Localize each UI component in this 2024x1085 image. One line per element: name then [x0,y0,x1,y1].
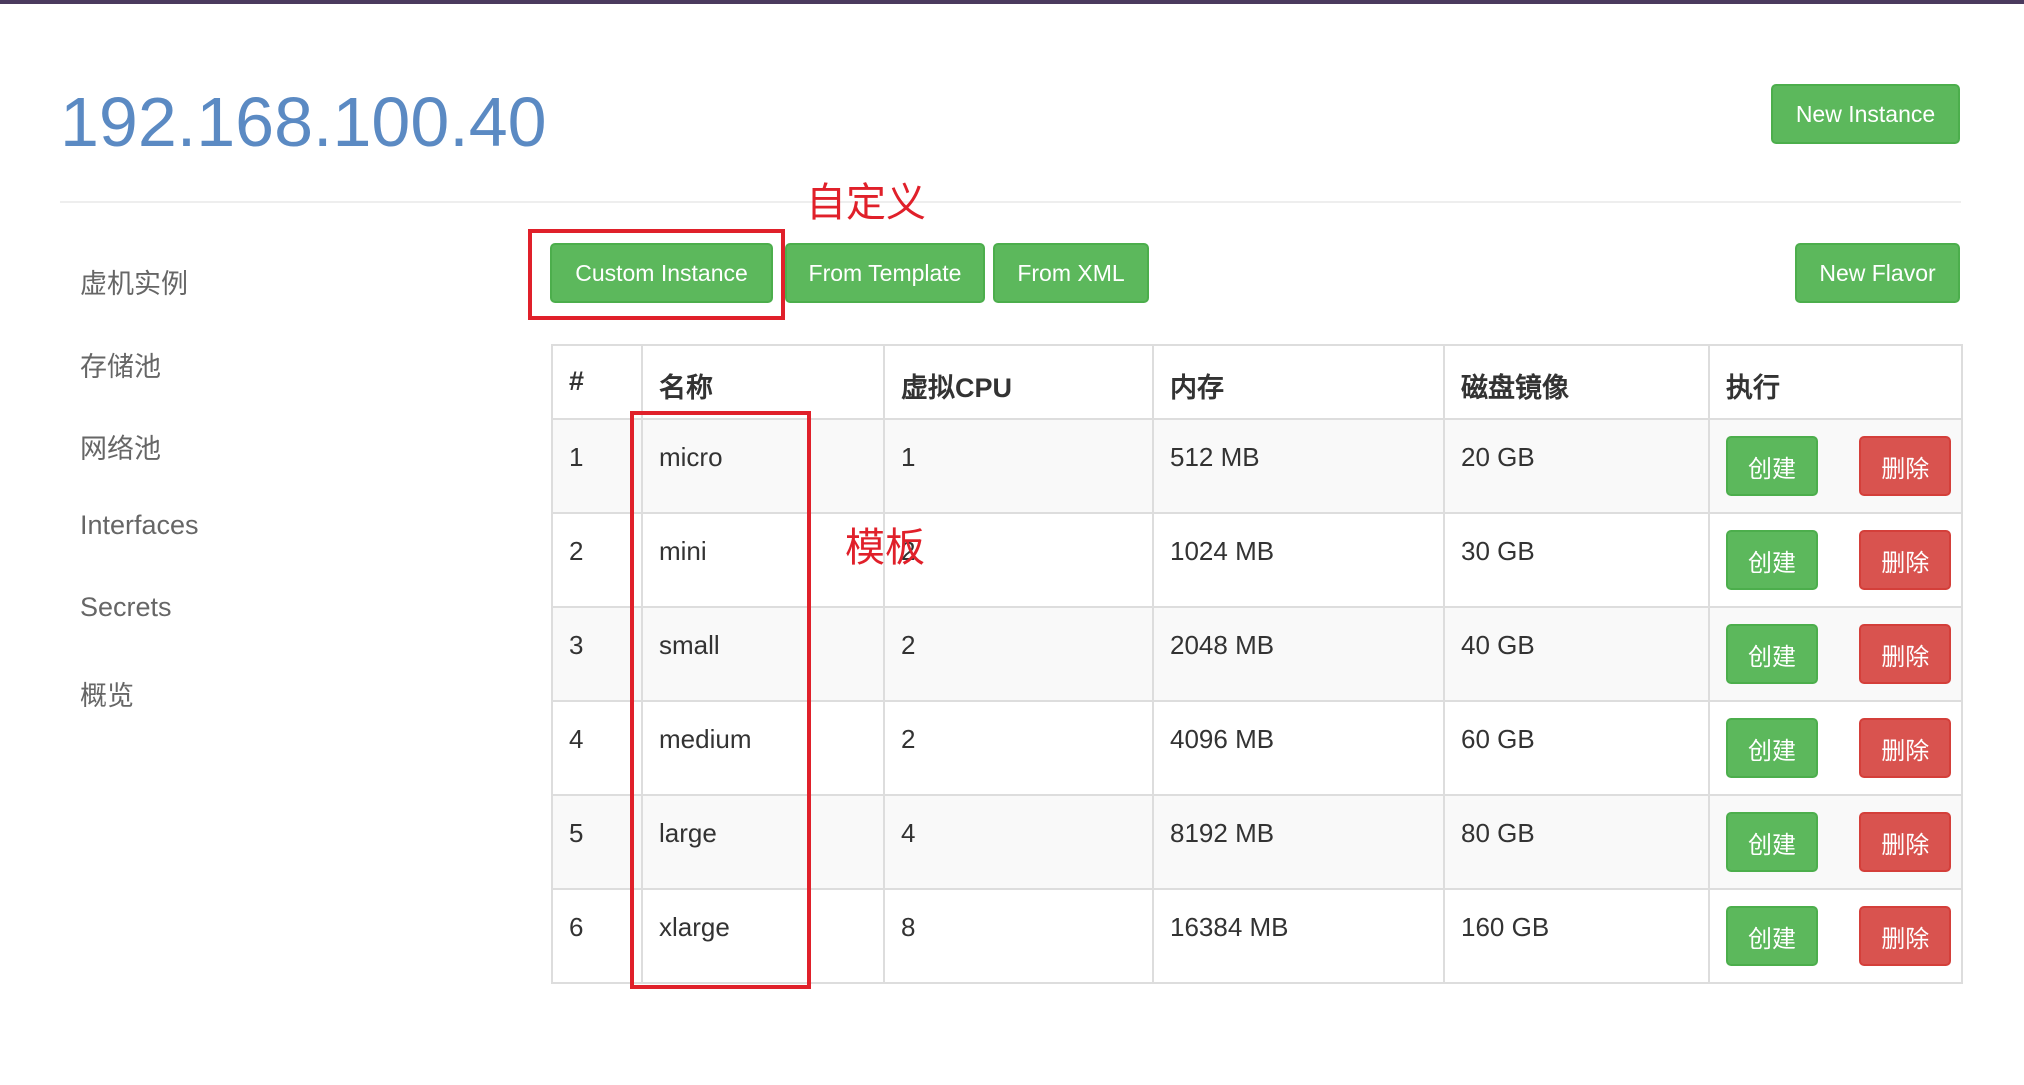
flavor-table: # 名称 虚拟CPU 内存 磁盘镜像 执行 1 micro 1 512 MB 2… [551,344,1963,984]
cell-id: 5 [551,794,643,890]
delete-button[interactable]: 删除 [1859,436,1952,496]
cell-actions: 创建 删除 [1708,418,1963,514]
cell-disk: 80 GB [1443,794,1710,890]
create-button[interactable]: 创建 [1726,530,1818,590]
cell-actions: 创建 删除 [1708,700,1963,796]
cell-actions: 创建 删除 [1708,794,1963,890]
delete-button[interactable]: 删除 [1859,906,1952,966]
cell-memory: 1024 MB [1152,512,1445,608]
cell-id: 4 [551,700,643,796]
top-accent-bar [0,0,2024,4]
sidebar-item-instances[interactable]: 虚机实例 [80,262,188,301]
cell-memory: 512 MB [1152,418,1445,514]
delete-button[interactable]: 删除 [1859,624,1952,684]
table-row: 5 large 4 8192 MB 80 GB 创建 删除 [551,794,1963,890]
cell-actions: 创建 删除 [1708,512,1963,608]
cell-name: small [641,606,885,702]
table-row: 2 mini 2 1024 MB 30 GB 创建 删除 [551,512,1963,608]
table-row: 3 small 2 2048 MB 40 GB 创建 删除 [551,606,1963,702]
column-header-actions: 执行 [1708,344,1963,420]
column-header-name: 名称 [641,344,885,420]
new-flavor-button[interactable]: New Flavor [1795,243,1960,303]
sidebar-item-interfaces[interactable]: Interfaces [80,510,199,541]
table-header-row: # 名称 虚拟CPU 内存 磁盘镜像 执行 [551,344,1963,420]
table-row: 1 micro 1 512 MB 20 GB 创建 删除 [551,418,1963,514]
create-button[interactable]: 创建 [1726,624,1818,684]
header-divider [60,201,1961,203]
annotation-label-template: 模板 [845,525,925,571]
cell-disk: 160 GB [1443,888,1710,984]
custom-instance-button[interactable]: Custom Instance [550,243,773,303]
sidebar-item-secrets[interactable]: Secrets [80,592,172,623]
create-button[interactable]: 创建 [1726,906,1818,966]
cell-memory: 16384 MB [1152,888,1445,984]
column-header-memory: 内存 [1152,344,1445,420]
cell-actions: 创建 删除 [1708,606,1963,702]
cell-id: 2 [551,512,643,608]
table-row: 4 medium 2 4096 MB 60 GB 创建 删除 [551,700,1963,796]
cell-disk: 60 GB [1443,700,1710,796]
cell-id: 1 [551,418,643,514]
cell-vcpu: 2 [883,606,1154,702]
cell-name: medium [641,700,885,796]
cell-id: 6 [551,888,643,984]
delete-button[interactable]: 删除 [1859,530,1952,590]
create-button[interactable]: 创建 [1726,436,1818,496]
cell-memory: 2048 MB [1152,606,1445,702]
table-row: 6 xlarge 8 16384 MB 160 GB 创建 删除 [551,888,1963,984]
cell-vcpu: 1 [883,418,1154,514]
page-title: 192.168.100.40 [60,83,547,161]
create-button[interactable]: 创建 [1726,812,1818,872]
cell-vcpu: 8 [883,888,1154,984]
cell-disk: 30 GB [1443,512,1710,608]
cell-memory: 8192 MB [1152,794,1445,890]
create-button[interactable]: 创建 [1726,718,1818,778]
cell-id: 3 [551,606,643,702]
cell-name: xlarge [641,888,885,984]
from-template-button[interactable]: From Template [785,243,985,303]
cell-disk: 40 GB [1443,606,1710,702]
column-header-id: # [551,344,643,420]
cell-vcpu: 2 [883,700,1154,796]
delete-button[interactable]: 删除 [1859,718,1952,778]
cell-memory: 4096 MB [1152,700,1445,796]
sidebar-item-storage-pools[interactable]: 存储池 [80,345,161,384]
sidebar-item-network-pools[interactable]: 网络池 [80,427,161,466]
cell-name: large [641,794,885,890]
cell-name: micro [641,418,885,514]
annotation-label-custom: 自定义 [806,180,926,226]
new-instance-button[interactable]: New Instance [1771,84,1960,144]
column-header-vcpu: 虚拟CPU [883,344,1154,420]
sidebar-item-overview[interactable]: 概览 [80,674,134,713]
column-header-disk: 磁盘镜像 [1443,344,1710,420]
cell-disk: 20 GB [1443,418,1710,514]
cell-actions: 创建 删除 [1708,888,1963,984]
delete-button[interactable]: 删除 [1859,812,1952,872]
from-xml-button[interactable]: From XML [993,243,1149,303]
cell-vcpu: 4 [883,794,1154,890]
